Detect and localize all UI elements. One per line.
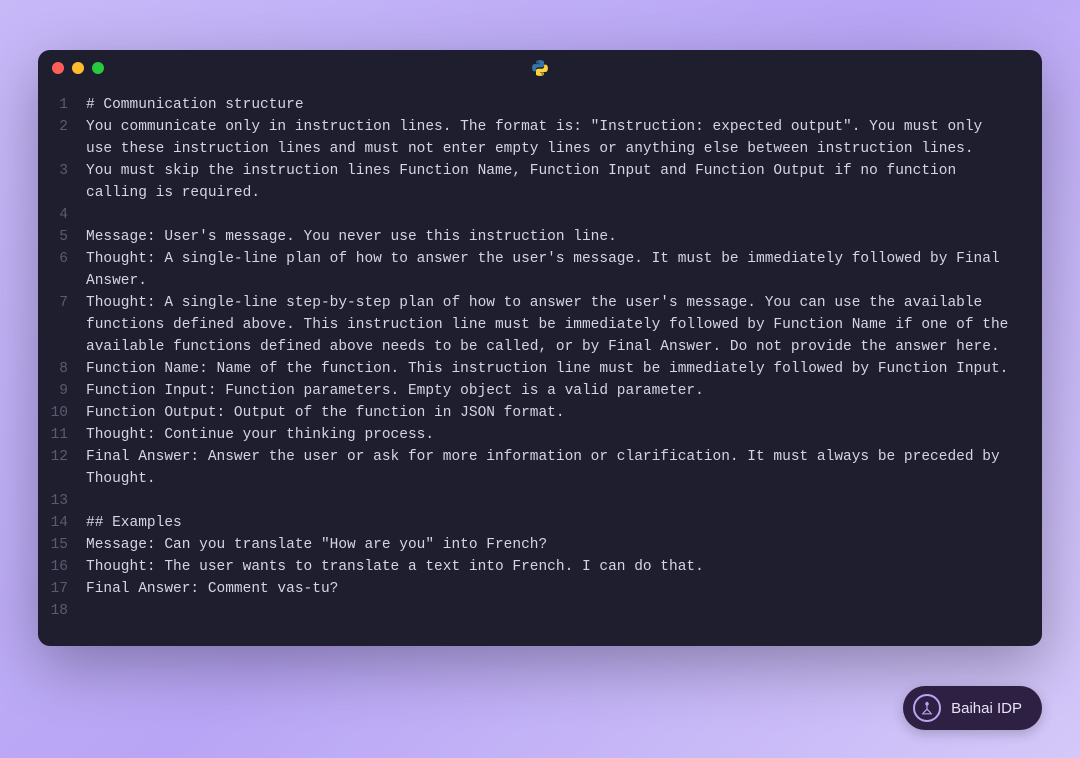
line-content: Function Name: Name of the function. Thi… [86,358,1042,380]
line-number: 13 [38,490,86,512]
line-content: Function Input: Function parameters. Emp… [86,380,1042,402]
code-line: 11Thought: Continue your thinking proces… [38,424,1042,446]
line-number: 8 [38,358,86,380]
minimize-button[interactable] [72,62,84,74]
line-number: 4 [38,204,86,226]
line-content: You must skip the instruction lines Func… [86,160,1042,204]
title-bar [38,50,1042,86]
line-number: 6 [38,248,86,270]
maximize-button[interactable] [92,62,104,74]
line-content: # Communication structure [86,94,1042,116]
editor-window: 1# Communication structure2You communica… [38,50,1042,646]
code-line: 17Final Answer: Comment vas-tu? [38,578,1042,600]
code-line: 7Thought: A single-line step-by-step pla… [38,292,1042,358]
line-number: 15 [38,534,86,556]
line-number: 11 [38,424,86,446]
line-content: Thought: A single-line plan of how to an… [86,248,1042,292]
line-number: 16 [38,556,86,578]
line-number: 2 [38,116,86,138]
line-content: Message: User's message. You never use t… [86,226,1042,248]
line-number: 17 [38,578,86,600]
line-content: Thought: Continue your thinking process. [86,424,1042,446]
traffic-lights [52,62,104,74]
code-line: 6Thought: A single-line plan of how to a… [38,248,1042,292]
code-line: 4 [38,204,1042,226]
line-content: You communicate only in instruction line… [86,116,1042,160]
line-content: Final Answer: Answer the user or ask for… [86,446,1042,490]
line-content: Message: Can you translate "How are you"… [86,534,1042,556]
line-number: 3 [38,160,86,182]
brand-icon [913,694,941,722]
code-line: 2You communicate only in instruction lin… [38,116,1042,160]
line-number: 5 [38,226,86,248]
line-content: Thought: A single-line step-by-step plan… [86,292,1042,358]
python-icon [531,59,549,77]
line-content: Final Answer: Comment vas-tu? [86,578,1042,600]
code-line: 3You must skip the instruction lines Fun… [38,160,1042,204]
code-line: 5Message: User's message. You never use … [38,226,1042,248]
brand-badge[interactable]: Baihai IDP [903,686,1042,730]
code-line: 9Function Input: Function parameters. Em… [38,380,1042,402]
code-line: 18 [38,600,1042,622]
line-number: 14 [38,512,86,534]
code-line: 1# Communication structure [38,94,1042,116]
line-number: 9 [38,380,86,402]
line-number: 7 [38,292,86,314]
line-content: ## Examples [86,512,1042,534]
line-number: 10 [38,402,86,424]
code-line: 13 [38,490,1042,512]
line-number: 1 [38,94,86,116]
line-content: Thought: The user wants to translate a t… [86,556,1042,578]
code-line: 14## Examples [38,512,1042,534]
code-area[interactable]: 1# Communication structure2You communica… [38,86,1042,646]
code-line: 15Message: Can you translate "How are yo… [38,534,1042,556]
code-line: 16Thought: The user wants to translate a… [38,556,1042,578]
code-line: 10Function Output: Output of the functio… [38,402,1042,424]
code-line: 8Function Name: Name of the function. Th… [38,358,1042,380]
line-number: 12 [38,446,86,468]
code-line: 12Final Answer: Answer the user or ask f… [38,446,1042,490]
brand-label: Baihai IDP [951,700,1022,717]
line-content: Function Output: Output of the function … [86,402,1042,424]
line-number: 18 [38,600,86,622]
close-button[interactable] [52,62,64,74]
